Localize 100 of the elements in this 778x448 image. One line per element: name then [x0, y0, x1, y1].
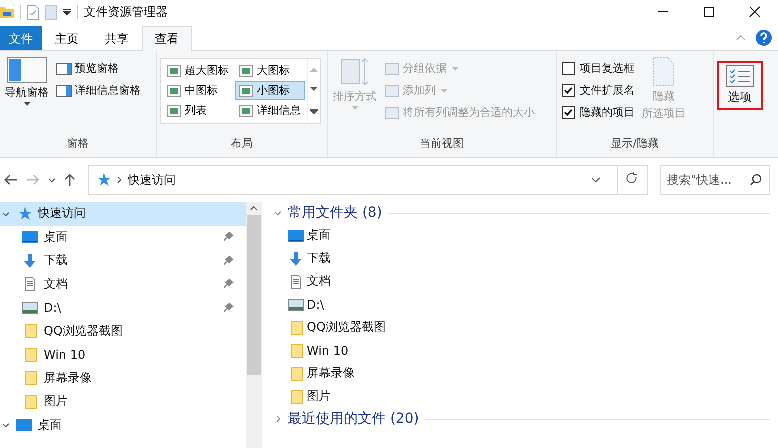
folder-item[interactable]: 屏幕录像: [274, 362, 770, 385]
layout-option[interactable]: 中图标: [163, 81, 233, 100]
layout-option[interactable]: 小图标: [235, 81, 305, 100]
layout-option[interactable]: 列表: [163, 101, 233, 120]
preview-pane-button[interactable]: 预览窗格: [54, 59, 143, 78]
folder-icon: [22, 324, 38, 338]
folder-icon: [288, 366, 304, 380]
view-size-icon: [239, 84, 253, 96]
window-title: 文件资源管理器: [84, 4, 168, 20]
caret-icon: [24, 102, 30, 106]
view-size-icon: [167, 64, 181, 76]
address-path[interactable]: 快速访问: [128, 172, 176, 188]
pane-layout-icon: [7, 57, 47, 83]
picture-icon: [22, 302, 38, 314]
expand-chevron-icon[interactable]: [2, 210, 10, 218]
column-icon: [384, 84, 400, 98]
checkbox-icon: [562, 84, 575, 97]
desktop-icon: [16, 419, 32, 432]
folder-item[interactable]: 下载: [274, 247, 770, 270]
nav-item[interactable]: 图片: [0, 390, 246, 414]
scrollbar[interactable]: [246, 202, 262, 448]
page-icon: [653, 57, 675, 87]
back-icon[interactable]: [4, 174, 18, 186]
folder-item[interactable]: 文档: [274, 270, 770, 293]
section-header[interactable]: 常用文件夹 (8): [274, 202, 770, 224]
nav-item[interactable]: 文档: [0, 272, 246, 296]
scroll-up-icon[interactable]: [250, 206, 258, 211]
expand-chevron-icon[interactable]: [274, 415, 282, 423]
caret-icon: [352, 106, 358, 110]
view-size-icon: [239, 104, 253, 116]
nav-item[interactable]: Win 10: [0, 343, 246, 366]
layout-option[interactable]: 详细信息: [235, 101, 305, 120]
folder-item[interactable]: Win 10: [274, 339, 770, 362]
ribbon-tab[interactable]: 文件: [0, 26, 42, 50]
view-size-icon: [167, 104, 181, 116]
expand-gallery-icon[interactable]: [310, 108, 318, 116]
column-icon: [384, 106, 400, 120]
folder-item[interactable]: D:\: [274, 293, 770, 316]
dropdown-icon[interactable]: [591, 177, 601, 183]
scrollbar-thumb[interactable]: [247, 215, 261, 375]
group-label: 窗格: [66, 136, 90, 152]
checkbox-option[interactable]: 隐藏的项目: [560, 103, 637, 122]
group-label: 显示/隐藏: [610, 136, 660, 152]
help-icon[interactable]: [756, 30, 772, 46]
folder-icon: [288, 344, 304, 358]
customize-caret-icon[interactable]: [63, 8, 71, 16]
folder-icon: [22, 394, 38, 409]
view-size-icon: [239, 64, 253, 76]
view-size-icon: [167, 84, 181, 96]
nav-item[interactable]: 屏幕录像: [0, 366, 246, 390]
nav-item[interactable]: QQ浏览器截图: [0, 320, 246, 343]
folder-item[interactable]: QQ浏览器截图: [274, 316, 770, 339]
nav-item[interactable]: 下载: [0, 249, 246, 272]
folder-item[interactable]: 图片: [274, 385, 770, 408]
group-label: 布局: [230, 136, 254, 152]
nav-item[interactable]: 桌面: [0, 226, 246, 249]
checkbox-icon: [562, 62, 575, 75]
column-icon: [384, 62, 400, 76]
folder-icon: [288, 320, 304, 334]
section-header[interactable]: 最近使用的文件 (20): [274, 408, 770, 430]
checklist-icon: [726, 65, 754, 87]
search-field[interactable]: 搜索"快速...: [660, 165, 770, 195]
nav-item[interactable]: 桌面: [0, 414, 246, 437]
desktop-icon: [22, 231, 38, 244]
folder-icon: [22, 348, 38, 362]
chevron-right-icon[interactable]: [117, 176, 122, 184]
details-pane-button[interactable]: 详细信息窗格: [54, 81, 143, 100]
folder-icon: [22, 371, 38, 386]
up-icon[interactable]: [64, 173, 76, 187]
picture-icon: [288, 298, 304, 312]
details-pane-icon: [56, 84, 72, 96]
nav-item[interactable]: D:\: [0, 296, 246, 320]
desktop-icon: [288, 228, 304, 242]
document-icon: [22, 277, 38, 292]
expand-chevron-icon[interactable]: [274, 209, 282, 217]
refresh-button[interactable]: [617, 165, 648, 195]
document-icon: [288, 274, 304, 288]
navigation-pane-button[interactable]: 导航窗格: [3, 55, 51, 136]
search-icon[interactable]: [750, 174, 762, 186]
folder-icon: [0, 6, 14, 18]
ribbon-tab[interactable]: 主页: [42, 26, 92, 50]
scroll-down-icon[interactable]: [310, 87, 318, 92]
checkbox-option[interactable]: 项目复选框: [560, 59, 637, 78]
checkbox-option[interactable]: 文件扩展名: [560, 81, 637, 100]
checkbox-icon: [562, 106, 575, 119]
sort-icon: [340, 57, 370, 87]
expand-chevron-icon[interactable]: [2, 421, 10, 430]
layout-option[interactable]: 大图标: [235, 61, 305, 80]
nav-item[interactable]: 快速访问: [0, 202, 246, 226]
group-label: 当前视图: [419, 136, 465, 152]
preview-pane-icon: [56, 62, 72, 74]
options-button[interactable]: 选项: [717, 61, 763, 110]
download-arrow-icon: [22, 254, 38, 268]
folder-item[interactable]: 桌面: [274, 224, 770, 247]
download-arrow-icon: [288, 252, 304, 266]
ribbon-tab[interactable]: 查看: [142, 26, 192, 51]
recent-caret-icon[interactable]: [48, 178, 56, 182]
layout-option[interactable]: 超大图标: [163, 61, 233, 80]
folder-icon: [288, 390, 304, 404]
ribbon-tab[interactable]: 共享: [92, 26, 142, 50]
